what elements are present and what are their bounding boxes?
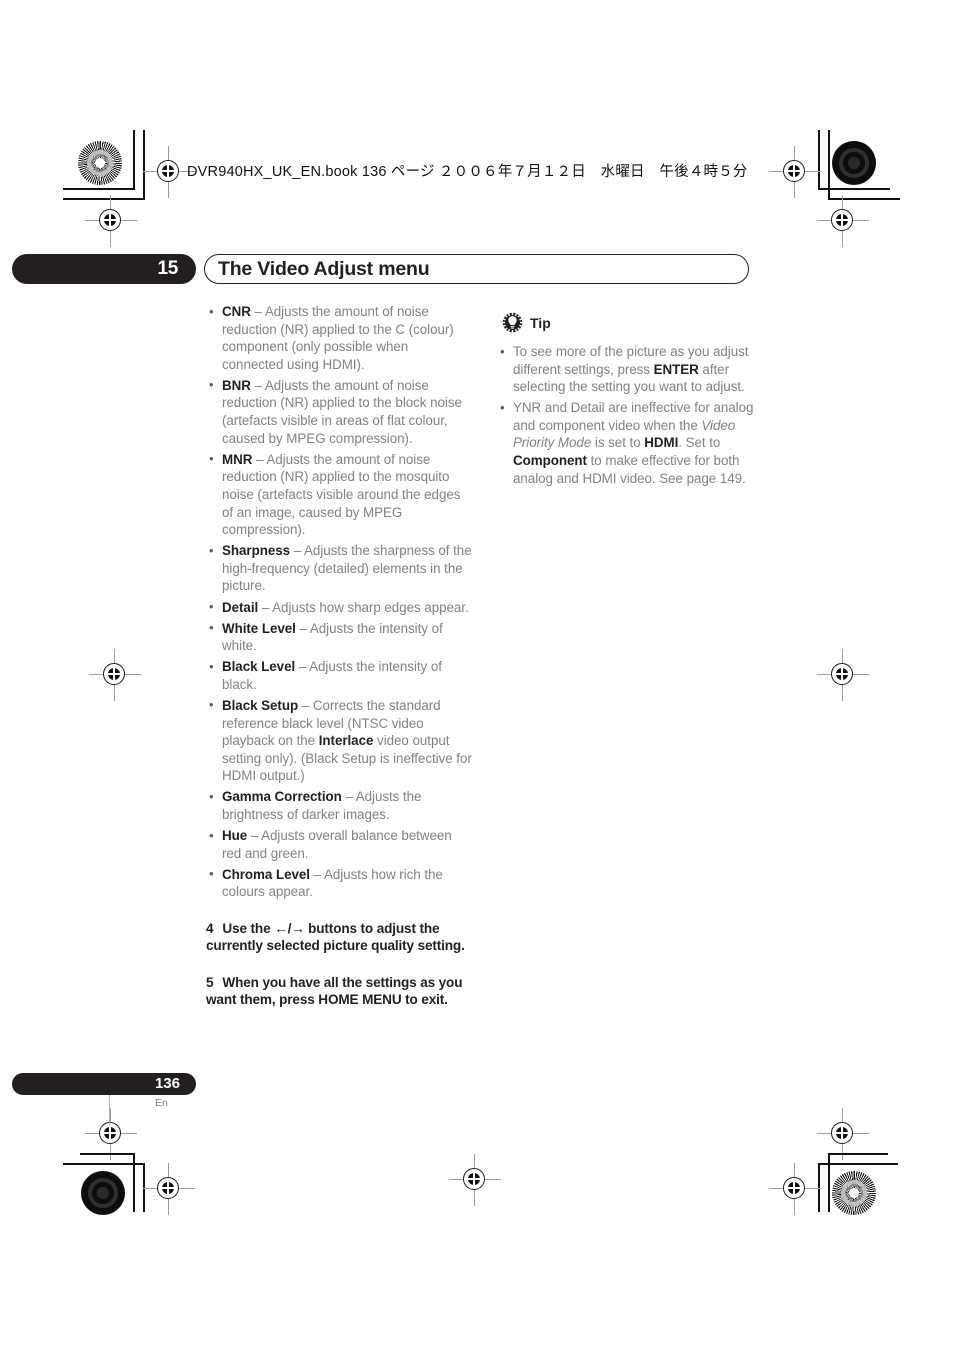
term-dash: – xyxy=(295,659,310,675)
term-dash: – xyxy=(295,620,310,636)
term-dash: – xyxy=(247,828,262,844)
crop-mark-top-right-h2 xyxy=(828,198,900,200)
list-item: Detail – Adjusts how sharp edges appear. xyxy=(206,598,472,617)
crop-mark-bottom-left-v xyxy=(133,1153,135,1212)
setting-term: Black Level xyxy=(222,659,296,675)
list-item: CNR – Adjusts the amount of noise reduct… xyxy=(206,302,472,373)
list-item: Sharpness – Adjusts the sharpness of the… xyxy=(206,542,472,595)
setting-term: White Level xyxy=(222,620,296,636)
list-item: Black Setup – Corrects the standard refe… xyxy=(206,696,472,785)
registration-cross-right-middle xyxy=(817,649,869,701)
crop-mark-top-left-v2 xyxy=(143,130,145,199)
list-item: Hue – Adjusts overall balance between re… xyxy=(206,827,472,862)
chapter-number: 15 xyxy=(157,258,178,279)
right-column: Tip To see more of the picture as you ad… xyxy=(497,312,757,491)
setting-term: Hue xyxy=(222,828,248,844)
setting-term: CNR xyxy=(222,304,251,319)
inline-bold-hdmi: HDMI xyxy=(644,435,679,451)
left-column: CNR – Adjusts the amount of noise reduct… xyxy=(206,302,472,1009)
lightbulb-tip-icon xyxy=(501,312,524,335)
list-item: BNR – Adjusts the amount of noise reduct… xyxy=(206,376,472,447)
term-dash: – xyxy=(250,377,265,393)
tip-header: Tip xyxy=(497,312,757,338)
inline-bold-component: Component xyxy=(513,453,587,469)
tip-text-part3: . Set to xyxy=(678,435,721,451)
term-dash: – xyxy=(258,599,273,615)
step-4: 4 Use the ←/→ buttons to adjust the curre… xyxy=(206,920,472,955)
registration-target-bottom-left xyxy=(81,1171,125,1215)
tip-list: To see more of the picture as you adjust… xyxy=(497,343,757,487)
setting-term: Black Setup xyxy=(222,697,299,713)
list-item: Black Level – Adjusts the intensity of b… xyxy=(206,658,472,693)
step-5: 5 When you have all the settings as you w… xyxy=(206,974,472,1009)
setting-term: MNR xyxy=(222,451,253,467)
crop-mark-top-left-v xyxy=(133,130,135,189)
step-number: 4 xyxy=(206,921,214,936)
crop-mark-top-left-h2 xyxy=(63,198,145,200)
setting-term: BNR xyxy=(222,377,251,393)
running-head: DVR940HX_UK_EN.book 136 ページ ２００６年７月１２日 水… xyxy=(187,164,748,180)
term-dash: – xyxy=(290,543,305,559)
registration-cross-top-right-inner xyxy=(769,146,821,198)
term-dash: – xyxy=(252,451,267,467)
list-item: Gamma Correction – Adjusts the brightnes… xyxy=(206,788,472,823)
list-item: YNR and Detail are ineffective for analo… xyxy=(497,399,757,487)
setting-description: Adjusts how sharp edges appear. xyxy=(272,599,469,615)
footer-tick-mark xyxy=(109,1095,110,1125)
registration-cross-right-upper xyxy=(817,195,869,247)
setting-term: Detail xyxy=(222,599,259,615)
registration-cross-bottom-center xyxy=(449,1154,501,1206)
list-item: MNR – Adjusts the amount of noise reduct… xyxy=(206,450,472,539)
step-text-part1: Use the xyxy=(222,921,275,936)
page-number: 136 xyxy=(154,1075,180,1092)
step-text-part1: When you have all the settings as you wa… xyxy=(206,974,463,1008)
crop-mark-bottom-left-h xyxy=(80,1153,135,1155)
language-code: En xyxy=(155,1097,168,1109)
inline-bold-enter: ENTER xyxy=(653,361,699,377)
video-adjust-settings-list: CNR – Adjusts the amount of noise reduct… xyxy=(206,302,472,901)
registration-cross-top-left-inner xyxy=(143,146,195,198)
tip-text-part2: is set to xyxy=(591,435,645,451)
step-number: 5 xyxy=(206,974,214,990)
list-item: White Level – Adjusts the intensity of w… xyxy=(206,619,472,655)
crop-mark-bottom-right-h2 xyxy=(818,1163,898,1165)
list-item: To see more of the picture as you adjust… xyxy=(497,343,757,396)
term-dash: – xyxy=(309,866,324,882)
registration-target-top-left xyxy=(78,141,122,185)
setting-term: Sharpness xyxy=(222,543,291,559)
left-right-arrow-icon: ←/→ xyxy=(274,920,305,936)
registration-cross-bottom-right-inner xyxy=(769,1163,821,1215)
term-dash: – xyxy=(341,789,356,805)
registration-cross-right-lower xyxy=(817,1108,869,1160)
registration-cross-left-middle xyxy=(89,649,141,701)
term-dash: – xyxy=(250,304,265,319)
page-title: The Video Adjust menu xyxy=(218,258,430,280)
crop-mark-bottom-right-h xyxy=(828,1153,888,1155)
registration-target-top-right xyxy=(832,141,876,185)
crop-mark-top-right-v xyxy=(818,130,820,189)
registration-cross-left-lower xyxy=(85,1108,137,1160)
tip-label: Tip xyxy=(530,315,551,331)
crop-mark-top-right-v2 xyxy=(828,130,830,199)
registration-cross-left-upper xyxy=(85,195,137,247)
registration-target-bottom-right xyxy=(832,1171,876,1215)
crop-mark-bottom-right-v xyxy=(828,1153,830,1212)
registration-cross-bottom-left-inner xyxy=(143,1163,195,1215)
inline-bold-interlace: Interlace xyxy=(318,733,374,749)
footer-page-bar: 136 xyxy=(12,1073,196,1095)
crop-mark-top-left-h xyxy=(63,188,135,190)
term-dash: – xyxy=(298,697,313,713)
list-item: Chroma Level – Adjusts how rich the colo… xyxy=(206,865,472,901)
setting-term: Chroma Level xyxy=(222,866,310,882)
document-page: DVR940HX_UK_EN.book 136 ページ ２００６年７月１２日 水… xyxy=(0,0,954,1351)
setting-term: Gamma Correction xyxy=(222,789,342,805)
chapter-number-bar: 15 xyxy=(12,254,196,284)
